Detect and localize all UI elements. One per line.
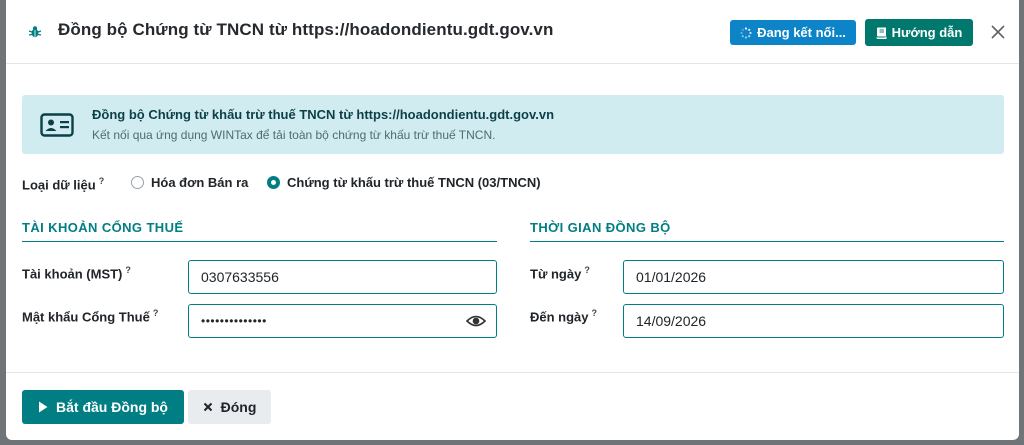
mst-label: Tài khoản (MST)? xyxy=(22,265,131,281)
account-section-divider xyxy=(22,241,497,242)
eye-icon[interactable] xyxy=(466,314,486,328)
radio-tncn-certificate[interactable]: Chứng từ khấu trừ thuế TNCN (03/TNCN) xyxy=(267,175,541,190)
help-icon[interactable]: ? xyxy=(125,265,131,275)
id-card-icon xyxy=(40,113,74,137)
to-date-value: 14/09/2026 xyxy=(636,313,707,329)
sync-time-section-title: THỜI GIAN ĐỒNG BỘ xyxy=(530,220,671,235)
to-date-input[interactable]: 14/09/2026 xyxy=(623,304,1004,338)
help-icon[interactable]: ? xyxy=(592,308,598,318)
guide-button[interactable]: Hướng dẫn xyxy=(865,19,973,46)
from-date-label-text: Từ ngày xyxy=(530,266,582,282)
mst-label-text: Tài khoản (MST) xyxy=(22,266,123,282)
dialog-header: Đồng bộ Chứng từ TNCN từ https://hoadond… xyxy=(6,0,1019,64)
start-sync-label: Bắt đầu Đồng bộ xyxy=(56,399,168,415)
to-date-label: Đến ngày? xyxy=(530,308,597,324)
radio-tncn-certificate-label: Chứng từ khấu trừ thuế TNCN (03/TNCN) xyxy=(287,175,541,190)
from-date-input[interactable]: 01/01/2026 xyxy=(623,260,1004,294)
data-type-label-text: Loại dữ liệu xyxy=(22,177,96,193)
connecting-label: Đang kết nối... xyxy=(757,25,846,40)
password-input[interactable]: •••••••••••••• xyxy=(188,304,497,338)
dialog-title: Đồng bộ Chứng từ TNCN từ https://hoadond… xyxy=(58,20,554,39)
close-button[interactable]: Đóng xyxy=(188,390,271,424)
account-section-title: TÀI KHOẢN CỔNG THUẾ xyxy=(22,220,184,235)
from-date-value: 01/01/2026 xyxy=(636,269,707,285)
radio-button-checked[interactable] xyxy=(267,176,280,189)
connecting-button[interactable]: Đang kết nối... xyxy=(730,20,856,45)
start-sync-button[interactable]: Bắt đầu Đồng bộ xyxy=(22,390,184,424)
from-date-label: Từ ngày? xyxy=(530,265,590,281)
help-icon[interactable]: ? xyxy=(584,265,590,275)
sync-time-section-divider xyxy=(530,241,1004,242)
x-icon xyxy=(203,402,212,412)
data-type-label: Loại dữ liệu? xyxy=(22,176,104,192)
password-label: Mật khẩu Cổng Thuế? xyxy=(22,308,158,324)
radio-sales-invoice-label: Hóa đơn Bán ra xyxy=(151,175,249,190)
mst-input[interactable]: 0307633556 xyxy=(188,260,497,294)
guide-label: Hướng dẫn xyxy=(891,25,963,40)
radio-sales-invoice[interactable]: Hóa đơn Bán ra xyxy=(131,175,248,190)
play-icon xyxy=(39,401,48,413)
info-banner: Đồng bộ Chứng từ khấu trừ thuế TNCN từ h… xyxy=(22,95,1004,154)
help-icon[interactable]: ? xyxy=(99,176,105,186)
radio-button[interactable] xyxy=(131,176,144,189)
mst-value: 0307633556 xyxy=(201,269,279,285)
close-label: Đóng xyxy=(220,399,257,415)
help-icon[interactable]: ? xyxy=(153,308,159,318)
bug-icon xyxy=(28,26,42,38)
spinner-icon xyxy=(740,26,752,39)
banner-subtitle: Kết nối qua ứng dụng WINTax để tải toàn … xyxy=(92,128,496,142)
to-date-label-text: Đến ngày xyxy=(530,309,589,325)
password-value: •••••••••••••• xyxy=(201,314,267,328)
close-icon[interactable] xyxy=(989,23,1007,41)
password-label-text: Mật khẩu Cổng Thuế xyxy=(22,309,150,325)
dialog-footer: Bắt đầu Đồng bộ Đóng xyxy=(6,372,1019,440)
banner-title: Đồng bộ Chứng từ khấu trừ thuế TNCN từ h… xyxy=(92,107,555,122)
book-icon xyxy=(876,27,887,39)
sync-dialog: Đồng bộ Chứng từ TNCN từ https://hoadond… xyxy=(6,0,1019,440)
